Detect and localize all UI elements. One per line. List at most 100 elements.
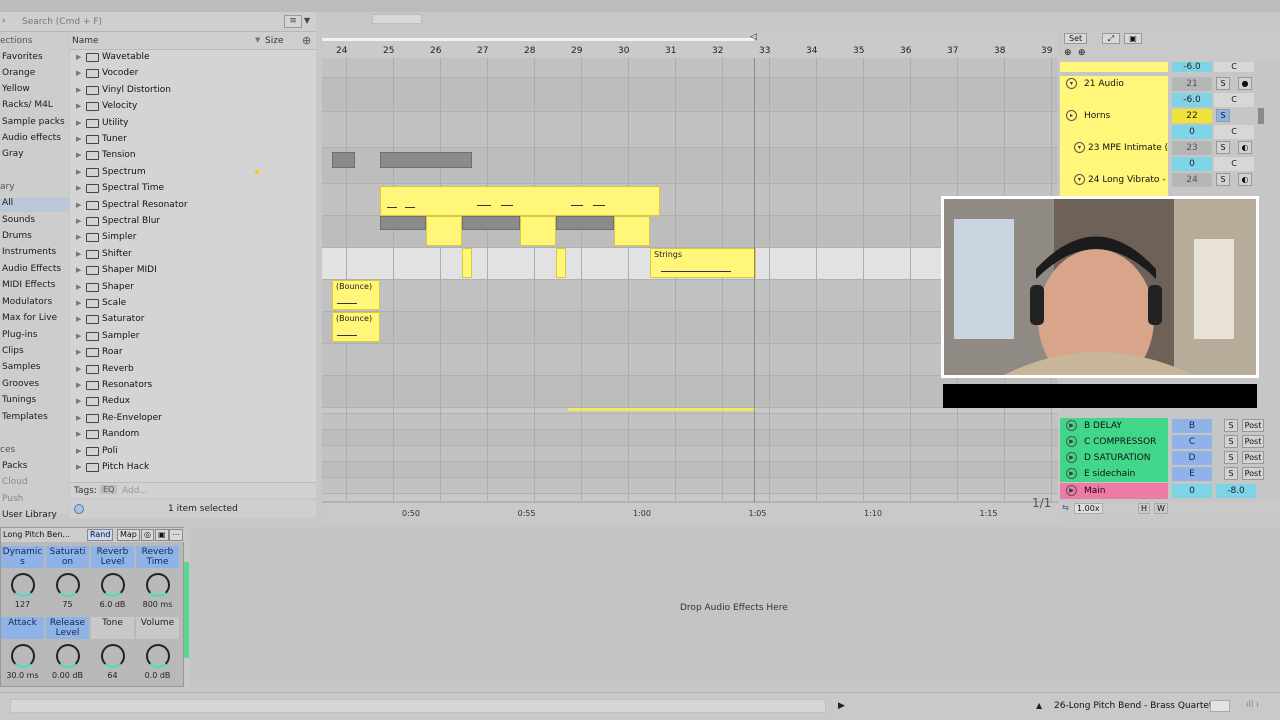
list-item[interactable]: ▶ Tension — [70, 148, 316, 164]
post-button[interactable]: Post — [1242, 467, 1264, 480]
macro-control[interactable]: Reverb Level 6.0 dB — [91, 546, 134, 615]
expand-icon[interactable]: ▶ — [76, 463, 81, 471]
macro-control[interactable]: Attack 30.0 ms — [1, 617, 44, 686]
collapse-arrow-icon[interactable]: › — [2, 16, 6, 26]
sidebar-item-tunings[interactable]: Tunings — [2, 395, 36, 409]
expand-icon[interactable]: ▶ — [76, 430, 81, 438]
main-lane[interactable] — [322, 494, 1058, 502]
list-item[interactable]: ▶ Redux — [70, 394, 316, 410]
overview-window[interactable] — [372, 14, 422, 24]
expand-icon[interactable]: ▶ — [76, 184, 81, 192]
expand-icon[interactable]: ▶ — [76, 119, 81, 127]
macro-control[interactable]: Dynamic s 127 — [1, 546, 44, 615]
track-name-top[interactable] — [1060, 62, 1168, 72]
expand-icon[interactable]: ▶ — [76, 414, 81, 422]
solo-button[interactable]: S — [1216, 141, 1230, 154]
track-lane-3[interactable] — [322, 112, 1058, 148]
solo-button[interactable]: S — [1224, 435, 1238, 448]
macro-control[interactable]: Saturati on 75 — [46, 546, 89, 615]
expand-icon[interactable]: ▶ — [76, 283, 81, 291]
fold-icon[interactable]: ▾ — [1074, 142, 1085, 153]
h-button[interactable]: H — [1138, 503, 1151, 514]
fold-icon[interactable]: ▾ — [1074, 174, 1085, 185]
loop-region[interactable] — [322, 38, 754, 41]
sidebar-item-grooves[interactable]: Grooves — [2, 379, 39, 393]
zoom-level[interactable]: 1.00x — [1074, 503, 1103, 514]
list-item[interactable]: ▶ Random — [70, 427, 316, 443]
return-send-b[interactable]: B — [1172, 419, 1212, 433]
solo-button[interactable]: S — [1216, 77, 1230, 90]
pencil-icon[interactable]: ⤢ — [1102, 33, 1120, 44]
sidebar-item-packs[interactable]: Packs — [2, 461, 27, 475]
macro-control[interactable]: Release Level 0.00 dB — [46, 617, 89, 686]
list-item[interactable]: ▶ Shaper MIDI — [70, 263, 316, 279]
return-lane-c[interactable] — [322, 446, 1058, 462]
loop-end-marker[interactable]: ◁ — [750, 32, 757, 42]
sidebar-item-orange[interactable]: Orange — [2, 68, 35, 82]
solo-button[interactable]: S — [1224, 419, 1238, 432]
expand-icon[interactable]: ▶ — [76, 217, 81, 225]
clip-gray-5[interactable] — [556, 216, 614, 230]
list-item[interactable]: ▶ Poli — [70, 444, 316, 460]
save-preset-icon[interactable]: ▣ — [155, 529, 169, 541]
sidebar-item-max-for-live[interactable]: Max for Live — [2, 313, 57, 327]
sidebar-item-drums[interactable]: Drums — [2, 231, 32, 245]
sidebar-item-clips[interactable]: Clips — [2, 346, 24, 360]
list-item[interactable]: ▶ Velocity — [70, 99, 316, 115]
macro-knob[interactable] — [146, 644, 170, 668]
list-item[interactable]: ▶ Vinyl Distortion — [70, 83, 316, 99]
sidebar-item-racks[interactable]: Racks/ M4L — [2, 100, 53, 114]
list-item[interactable]: ▶ Resonators — [70, 378, 316, 394]
macro-knob[interactable] — [56, 573, 80, 597]
rand-button[interactable]: Rand — [87, 529, 114, 541]
fold-icon[interactable]: ▾ — [1066, 78, 1077, 89]
list-item[interactable]: ▶ Spectrum — [70, 165, 316, 181]
keyboard-icon[interactable] — [1210, 700, 1230, 712]
sidebar-item-sounds[interactable]: Sounds — [2, 215, 35, 229]
nav-next-icon[interactable]: ⊕ — [1078, 48, 1086, 58]
bar-ruler[interactable]: 24 25 26 27 28 29 30 31 32 33 34 35 36 37 38 39 — [322, 32, 1058, 58]
list-item[interactable]: ▶ Simpler — [70, 230, 316, 246]
macro-control[interactable]: Tone 64 — [91, 617, 134, 686]
track-volume-21[interactable]: -6.0 — [1172, 93, 1212, 107]
return-send-e[interactable]: E — [1172, 467, 1212, 481]
return-lane-a[interactable] — [322, 414, 1058, 430]
expand-icon[interactable]: ▶ — [76, 381, 81, 389]
track-number-24[interactable]: 24 — [1172, 173, 1212, 187]
track-volume-22[interactable]: 0 — [1172, 125, 1212, 139]
macro-control[interactable]: Volume 0.0 dB — [136, 617, 179, 686]
return-lane-d[interactable] — [322, 462, 1058, 478]
monitor-icon[interactable]: ◐ — [1238, 173, 1252, 186]
expand-icon[interactable]: ▶ — [76, 135, 81, 143]
device-title[interactable]: Long Pitch Ben... — [3, 530, 70, 539]
play-icon[interactable]: ▶ — [1066, 452, 1077, 463]
list-item[interactable]: ▶ Saturator — [70, 312, 316, 328]
expand-icon[interactable]: ▶ — [76, 447, 81, 455]
macro-knob[interactable] — [11, 573, 35, 597]
play-icon[interactable]: ▶ — [1066, 485, 1077, 496]
clip-yellow-6[interactable] — [556, 248, 566, 278]
solo-button[interactable]: S — [1224, 451, 1238, 464]
return-send-d[interactable]: D — [1172, 451, 1212, 465]
macro-knob[interactable] — [56, 644, 80, 668]
tag-eq[interactable]: EQ — [100, 485, 118, 494]
expand-icon[interactable]: ▶ — [76, 397, 81, 405]
track-lane-1[interactable] — [322, 58, 1058, 78]
search-input[interactable]: Search (Cmd + F) — [22, 17, 102, 27]
clip-bounce-1[interactable]: (Bounce) — [332, 280, 380, 310]
expand-icon[interactable]: ▶ — [76, 332, 81, 340]
return-lane-b[interactable] — [322, 430, 1058, 446]
sidebar-item-midi-effects[interactable]: MIDI Effects — [2, 280, 55, 294]
sidebar-item-audio-effects[interactable]: Audio Effects — [2, 264, 61, 278]
track-pan-22[interactable]: C — [1214, 125, 1254, 139]
track-number-23[interactable]: 23 — [1172, 141, 1212, 155]
expand-icon[interactable]: ▶ — [76, 348, 81, 356]
io-icon[interactable]: ıll ı — [1246, 700, 1259, 710]
main-volume[interactable]: 0 — [1172, 484, 1212, 498]
sidebar-item-templates[interactable]: Templates — [2, 412, 48, 426]
settings-icon[interactable]: ◎ — [141, 529, 154, 541]
clip-gray-4[interactable] — [462, 216, 520, 230]
expand-icon[interactable]: ▶ — [76, 168, 81, 176]
clip-strings[interactable]: Strings — [650, 248, 756, 278]
column-name[interactable]: Name — [72, 36, 99, 46]
